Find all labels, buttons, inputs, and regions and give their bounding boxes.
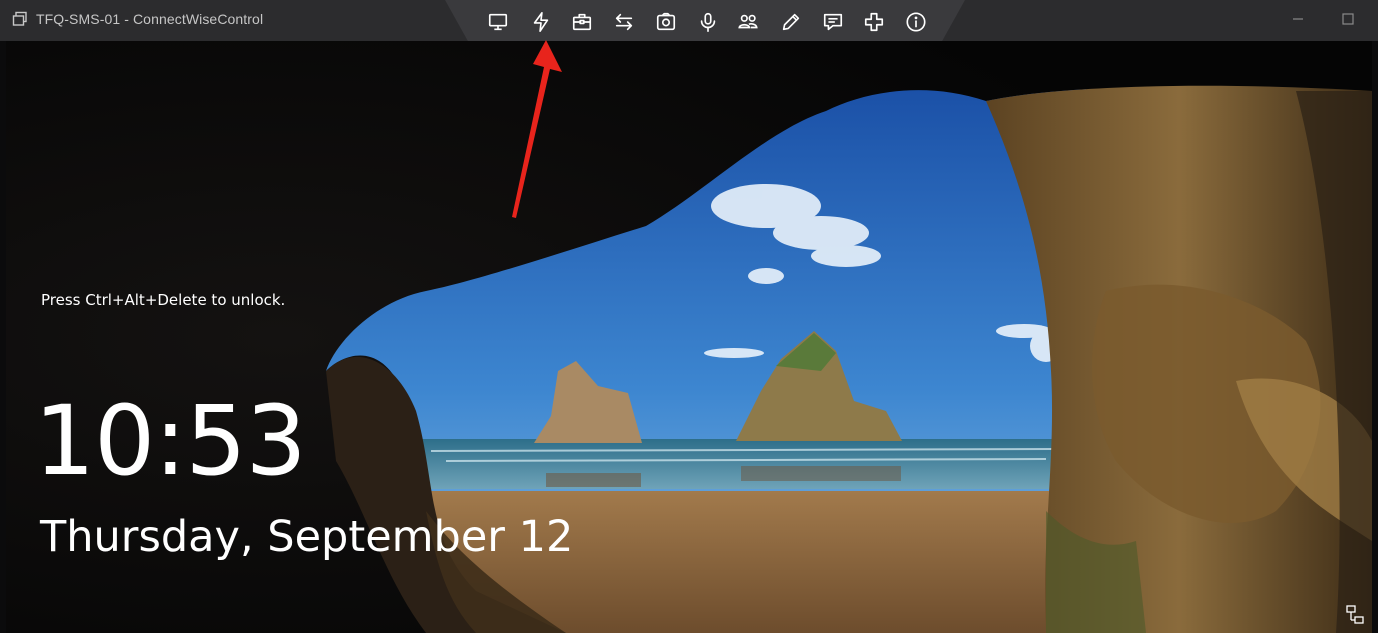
minimize-button[interactable] bbox=[1288, 9, 1308, 29]
restore-window-icon[interactable] bbox=[12, 11, 28, 27]
users-icon bbox=[738, 14, 758, 29]
window-controls bbox=[1288, 9, 1358, 29]
screen-icon bbox=[488, 13, 508, 31]
window-title-group: TFQ-SMS-01 - ConnectWiseControl bbox=[12, 11, 263, 27]
users-button[interactable] bbox=[735, 9, 761, 35]
session-toolbar bbox=[445, 0, 965, 42]
maximize-button[interactable] bbox=[1338, 9, 1358, 29]
camera-icon bbox=[656, 12, 676, 31]
remote-screen[interactable]: Press Ctrl+Alt+Delete to unlock. 10:53 T… bbox=[6, 41, 1372, 633]
pencil-icon bbox=[782, 13, 800, 31]
toolbox-button[interactable] bbox=[569, 9, 595, 35]
screen-button[interactable] bbox=[485, 9, 511, 35]
window-title: TFQ-SMS-01 - ConnectWiseControl bbox=[36, 11, 264, 27]
minimize-icon bbox=[1293, 18, 1303, 20]
plus-button[interactable] bbox=[861, 9, 887, 35]
info-button[interactable] bbox=[903, 9, 929, 35]
lightning-icon bbox=[533, 12, 549, 32]
lockscreen-time: 10:53 bbox=[34, 385, 307, 497]
chat-icon bbox=[823, 13, 843, 31]
network-icon[interactable] bbox=[1346, 605, 1364, 625]
transfer-icon bbox=[615, 13, 633, 31]
lightning-button[interactable] bbox=[528, 9, 554, 35]
microphone-icon bbox=[700, 12, 716, 32]
microphone-button[interactable] bbox=[695, 9, 721, 35]
transfer-button[interactable] bbox=[611, 9, 637, 35]
maximize-icon bbox=[1342, 13, 1354, 25]
info-icon bbox=[906, 12, 926, 32]
camera-button[interactable] bbox=[653, 9, 679, 35]
toolbox-icon bbox=[572, 13, 592, 31]
plus-icon bbox=[864, 12, 884, 32]
pencil-button[interactable] bbox=[778, 9, 804, 35]
unlock-prompt: Press Ctrl+Alt+Delete to unlock. bbox=[41, 291, 286, 309]
chat-button[interactable] bbox=[820, 9, 846, 35]
lockscreen-date: Thursday, September 12 bbox=[40, 512, 574, 562]
